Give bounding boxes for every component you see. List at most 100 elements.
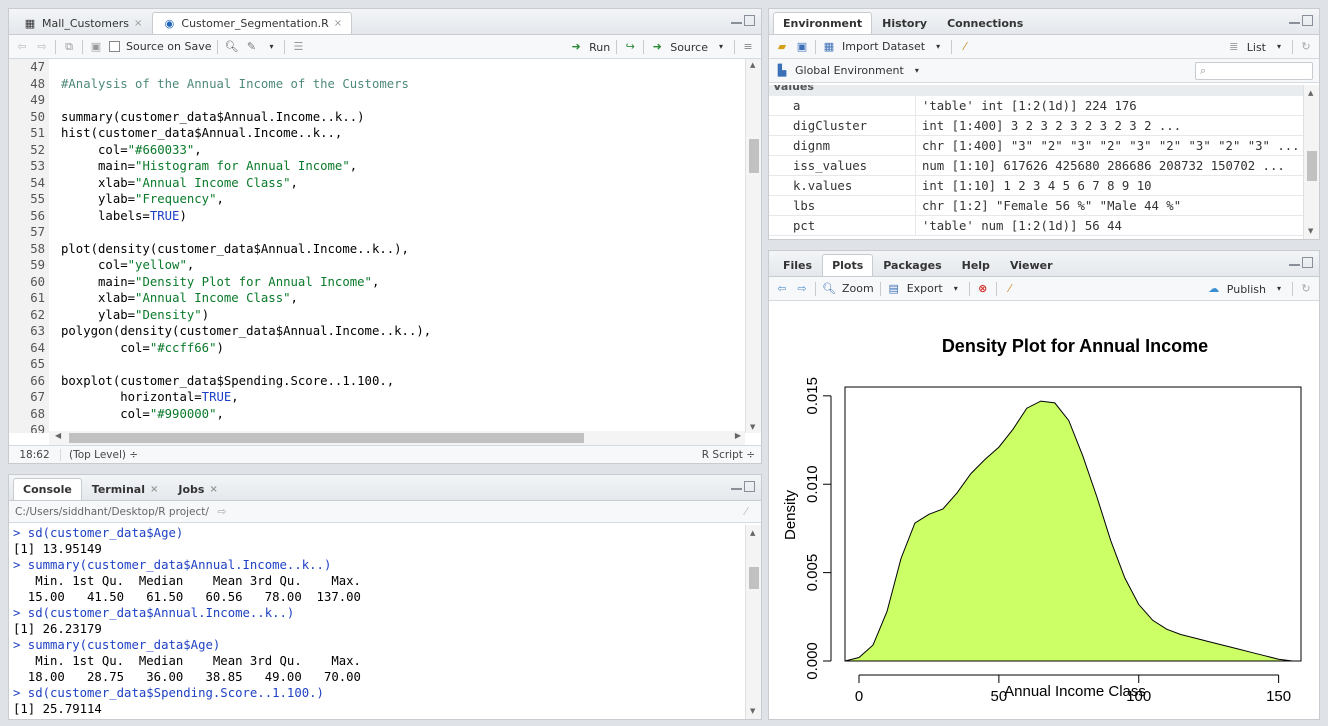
chevron-down-icon[interactable]: ▾ bbox=[1272, 40, 1286, 54]
save-icon[interactable]: ▣ bbox=[795, 40, 809, 54]
maximize-button[interactable] bbox=[744, 481, 755, 492]
tab-terminal[interactable]: Terminal × bbox=[82, 478, 169, 500]
code-line[interactable]: 55 ylab="Frequency", bbox=[9, 191, 745, 208]
environment-row[interactable]: pct 'table' num [1:2(1d)] 56 44 bbox=[769, 216, 1303, 236]
tab-files[interactable]: Files bbox=[773, 254, 822, 276]
code-line[interactable]: 51 hist(customer_data$Annual.Income..k.., bbox=[9, 125, 745, 142]
scroll-up-icon[interactable]: ▲ bbox=[1308, 89, 1313, 97]
refresh-icon[interactable]: ↻ bbox=[1299, 40, 1313, 54]
scroll-right-icon[interactable]: ▶ bbox=[735, 431, 741, 440]
environment-row[interactable]: dignm chr [1:400] "3" "2" "3" "2" "3" "2"… bbox=[769, 136, 1303, 156]
tab-history[interactable]: History bbox=[872, 12, 937, 34]
editor-horizontal-scrollbar[interactable]: ◀ ▶ bbox=[49, 431, 745, 445]
maximize-button[interactable] bbox=[744, 15, 755, 26]
tab-mall-customers[interactable]: ▦ Mall_Customers × bbox=[13, 12, 152, 34]
export-button[interactable]: Export bbox=[907, 282, 943, 295]
close-icon[interactable]: × bbox=[150, 484, 158, 495]
scope-selector[interactable]: (Top Level) ÷ bbox=[61, 449, 138, 461]
chevron-down-icon[interactable]: ▾ bbox=[714, 40, 728, 54]
minimize-button[interactable] bbox=[1289, 15, 1300, 24]
scroll-down-icon[interactable]: ▼ bbox=[1308, 227, 1313, 235]
save-icon[interactable]: ▣ bbox=[89, 40, 103, 54]
broom-icon[interactable]: ⁄ bbox=[739, 505, 753, 519]
back-arrow-icon[interactable]: ⇦ bbox=[15, 40, 29, 54]
tab-packages[interactable]: Packages bbox=[873, 254, 951, 276]
console-vertical-scrollbar[interactable]: ▲ ▼ bbox=[745, 525, 761, 719]
previous-plot-icon[interactable]: ⇦ bbox=[775, 282, 789, 296]
environment-search-input[interactable]: ⌕ bbox=[1195, 62, 1313, 80]
tab-plots[interactable]: Plots bbox=[822, 254, 874, 276]
source-button[interactable]: Source bbox=[670, 41, 708, 54]
code-line[interactable]: 62 ylab="Density") bbox=[9, 307, 745, 324]
chevron-down-icon[interactable]: ▾ bbox=[1272, 282, 1286, 296]
go-to-directory-icon[interactable]: ⇨ bbox=[215, 505, 229, 519]
scrollbar-thumb[interactable] bbox=[749, 567, 759, 589]
scroll-up-icon[interactable]: ▲ bbox=[750, 529, 755, 537]
code-line[interactable]: 68 col="#990000", bbox=[9, 406, 745, 423]
chevron-down-icon[interactable]: ▾ bbox=[931, 40, 945, 54]
document-outline-icon[interactable]: ≡ bbox=[741, 40, 755, 54]
scrollbar-thumb[interactable] bbox=[69, 433, 584, 443]
chevron-down-icon[interactable]: ▾ bbox=[949, 282, 963, 296]
code-line[interactable]: 67 horizontal=TRUE, bbox=[9, 389, 745, 406]
code-line[interactable]: 59 col="yellow", bbox=[9, 257, 745, 274]
remove-plot-icon[interactable]: ⊗ bbox=[976, 282, 990, 296]
zoom-button[interactable]: Zoom bbox=[842, 282, 874, 295]
code-line[interactable]: 60 main="Density Plot for Annual Income"… bbox=[9, 274, 745, 291]
import-dataset-button[interactable]: Import Dataset bbox=[842, 40, 925, 53]
tab-connections[interactable]: Connections bbox=[937, 12, 1033, 34]
publish-button[interactable]: Publish bbox=[1227, 283, 1266, 296]
environment-row[interactable]: digCluster int [1:400] 3 2 3 2 3 2 3 2 3 … bbox=[769, 116, 1303, 136]
open-folder-icon[interactable]: ▰ bbox=[775, 40, 789, 54]
chevron-down-icon[interactable]: ▾ bbox=[910, 64, 924, 78]
minimize-button[interactable] bbox=[1289, 257, 1300, 266]
code-line[interactable]: 66 boxplot(customer_data$Spending.Score..… bbox=[9, 373, 745, 390]
environment-row[interactable]: k.values int [1:10] 1 2 3 4 5 6 7 8 9 10 bbox=[769, 176, 1303, 196]
scroll-down-icon[interactable]: ▼ bbox=[750, 707, 755, 715]
code-line[interactable]: 63 polygon(density(customer_data$Annual.I… bbox=[9, 323, 745, 340]
code-line[interactable]: 52 col="#660033", bbox=[9, 142, 745, 159]
scroll-up-icon[interactable]: ▲ bbox=[750, 61, 755, 69]
search-icon[interactable]: 🔍︎ bbox=[224, 40, 239, 54]
close-icon[interactable]: × bbox=[209, 484, 217, 495]
run-button[interactable]: Run bbox=[589, 41, 610, 54]
tab-environment[interactable]: Environment bbox=[773, 12, 873, 34]
maximize-button[interactable] bbox=[1302, 15, 1313, 26]
maximize-button[interactable] bbox=[1302, 257, 1313, 268]
scroll-left-icon[interactable]: ◀ bbox=[55, 431, 61, 440]
editor-vertical-scrollbar[interactable]: ▲ ▼ bbox=[745, 59, 761, 433]
code-line[interactable]: 54 xlab="Annual Income Class", bbox=[9, 175, 745, 192]
environment-vertical-scrollbar[interactable]: ▲ ▼ bbox=[1303, 85, 1319, 239]
code-line[interactable]: 48 #Analysis of the Annual Income of the … bbox=[9, 76, 745, 93]
tab-viewer[interactable]: Viewer bbox=[1000, 254, 1063, 276]
outline-icon[interactable]: ☰ bbox=[291, 40, 305, 54]
scroll-down-icon[interactable]: ▼ bbox=[750, 423, 755, 431]
code-line[interactable]: 58 plot(density(customer_data$Annual.Inco… bbox=[9, 241, 745, 258]
magic-wand-icon[interactable]: ✎ bbox=[244, 40, 258, 54]
code-line[interactable]: 65 bbox=[9, 356, 745, 373]
tab-console[interactable]: Console bbox=[13, 478, 82, 500]
broom-icon[interactable]: ⁄ bbox=[1003, 282, 1017, 296]
environment-row[interactable]: lbs chr [1:2] "Female 56 %" "Male 44 %" bbox=[769, 196, 1303, 216]
code-line[interactable]: 49 bbox=[9, 92, 745, 109]
next-plot-icon[interactable]: ⇨ bbox=[795, 282, 809, 296]
code-line[interactable]: 53 main="Histogram for Annual Income", bbox=[9, 158, 745, 175]
list-view-button[interactable]: List bbox=[1247, 41, 1266, 54]
forward-arrow-icon[interactable]: ⇨ bbox=[35, 40, 49, 54]
tab-jobs[interactable]: Jobs × bbox=[168, 478, 227, 500]
chevron-down-icon[interactable]: ▾ bbox=[264, 40, 278, 54]
refresh-icon[interactable]: ↻ bbox=[1299, 282, 1313, 296]
minimize-button[interactable] bbox=[731, 481, 742, 490]
code-line[interactable]: 50 summary(customer_data$Annual.Income..k… bbox=[9, 109, 745, 126]
minimize-button[interactable] bbox=[731, 15, 742, 24]
scrollbar-thumb[interactable] bbox=[749, 139, 759, 173]
code-line[interactable]: 57 bbox=[9, 224, 745, 241]
console-output[interactable]: > sd(customer_data$Age) [1] 13.95149 > sum… bbox=[9, 525, 745, 719]
environment-row[interactable]: a 'table' int [1:2(1d)] 224 176 bbox=[769, 96, 1303, 116]
environment-row[interactable]: iss_values num [1:10] 617626 425680 28668… bbox=[769, 156, 1303, 176]
code-editor[interactable]: 47 48 #Analysis of the Annual Income of th… bbox=[9, 59, 745, 433]
code-line[interactable]: 64 col="#ccff66") bbox=[9, 340, 745, 357]
show-in-window-icon[interactable]: ⧉ bbox=[62, 40, 76, 54]
filetype-selector[interactable]: R Script ÷ bbox=[702, 449, 761, 461]
close-icon[interactable]: × bbox=[134, 18, 142, 29]
